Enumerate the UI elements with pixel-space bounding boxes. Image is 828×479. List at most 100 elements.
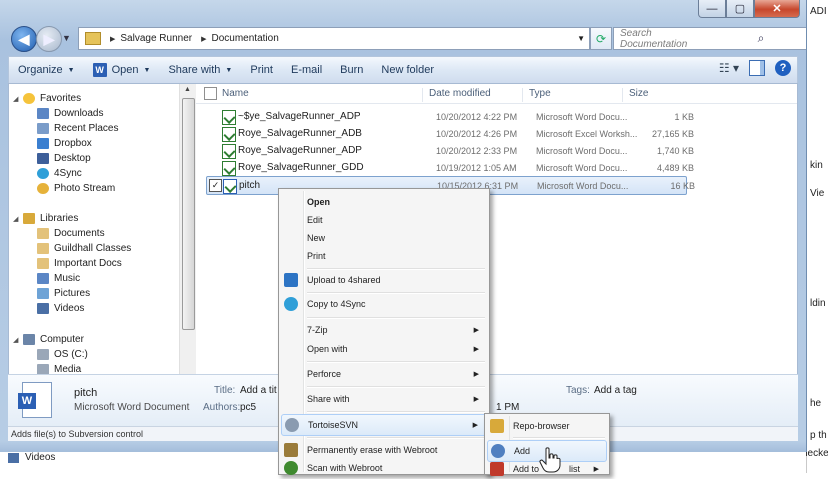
- nav-item-documents[interactable]: Documents: [37, 228, 105, 239]
- email-button[interactable]: E-mail: [282, 57, 331, 83]
- nav-item-downloads[interactable]: Downloads: [37, 108, 103, 119]
- nav-item-recent-places[interactable]: Recent Places: [37, 123, 118, 134]
- svn-file-icon: [222, 127, 236, 142]
- submenu-arrow-icon: ▶: [472, 422, 478, 429]
- nav-item-guildhall-classes[interactable]: Guildhall Classes: [37, 243, 131, 254]
- background-text: Vie: [810, 188, 825, 199]
- organize-button[interactable]: Organize ▼: [9, 57, 84, 83]
- burn-button[interactable]: Burn: [331, 57, 372, 83]
- 4shared-icon: [284, 273, 298, 287]
- share-with-button[interactable]: Share with ▼: [159, 57, 241, 83]
- nav-item-desktop[interactable]: Desktop: [37, 153, 91, 164]
- menu-separator: [307, 411, 485, 413]
- nav-computer[interactable]: Computer: [23, 334, 84, 345]
- nav-item-dropbox[interactable]: Dropbox: [37, 138, 92, 149]
- nav-item-label: Videos: [54, 303, 85, 314]
- submenu-item-repo-browser[interactable]: Repo-browser: [487, 416, 607, 436]
- nav-item-os-drive[interactable]: OS (C:): [37, 349, 88, 360]
- search-icon: ⌕: [757, 31, 765, 45]
- column-date-modified[interactable]: Date modified: [422, 88, 524, 102]
- file-size: 1 KB: [674, 111, 694, 122]
- menu-item-open[interactable]: Open: [281, 192, 487, 212]
- collapse-arrow-icon[interactable]: ◢: [13, 336, 18, 344]
- nav-item-music[interactable]: Music: [37, 273, 80, 284]
- menu-item-erase-webroot[interactable]: Permanently erase with Webroot: [281, 440, 487, 460]
- file-row[interactable]: ~$ye_SalvageRunner_ADP 10/20/2012 4:22 P…: [206, 108, 694, 125]
- address-bar[interactable]: ▶ Salvage Runner ▶ Documentation ▼: [78, 27, 590, 50]
- background-videos-item[interactable]: Videos: [8, 452, 55, 463]
- file-size: 1,740 KB: [656, 145, 694, 156]
- column-name[interactable]: Name: [216, 88, 427, 102]
- row-checkbox[interactable]: ✓: [209, 179, 222, 192]
- column-type[interactable]: Type: [522, 88, 624, 102]
- scrollbar-thumb[interactable]: [182, 98, 195, 330]
- details-authors-value[interactable]: pc5: [240, 402, 256, 413]
- svn-file-icon: [222, 110, 236, 125]
- details-file-name: pitch: [74, 387, 98, 399]
- details-title-value[interactable]: Add a tit: [240, 385, 277, 396]
- menu-item-share-with[interactable]: Share with ▶: [281, 389, 487, 409]
- file-row[interactable]: Roye_SalvageRunner_ADB 10/20/2012 4:26 P…: [206, 125, 694, 142]
- file-name: Roye_SalvageRunner_ADP: [238, 145, 362, 156]
- close-button[interactable]: ✕: [754, 0, 800, 18]
- menu-item-copy-4sync[interactable]: Copy to 4Sync: [281, 294, 487, 314]
- forward-button[interactable]: ▶: [36, 26, 62, 52]
- file-row[interactable]: Roye_SalvageRunner_ADP 10/20/2012 2:33 P…: [206, 142, 694, 159]
- change-view-icon[interactable]: ☷ ▾: [719, 61, 739, 75]
- nav-libraries[interactable]: Libraries: [23, 213, 78, 224]
- breadcrumb-item[interactable]: Salvage Runner: [120, 33, 192, 44]
- menu-item-tortoisesvn[interactable]: TortoiseSVN ▶: [281, 414, 487, 436]
- nav-item-label: 4Sync: [54, 168, 82, 179]
- nav-item-media-drive[interactable]: Media: [37, 364, 81, 374]
- menu-item-print[interactable]: Print: [281, 246, 487, 266]
- recent-pages-dropdown[interactable]: ▼: [62, 33, 71, 43]
- open-button[interactable]: W Open ▼: [84, 57, 160, 83]
- nav-item-label: OS (C:): [54, 349, 88, 360]
- menu-separator: [307, 317, 485, 319]
- column-size[interactable]: Size: [622, 88, 694, 102]
- nav-item-4sync[interactable]: 4Sync: [37, 168, 82, 179]
- help-icon[interactable]: ?: [775, 60, 791, 76]
- breadcrumb-item[interactable]: Documentation: [212, 33, 279, 44]
- menu-item-7zip[interactable]: 7-Zip ▶: [281, 320, 487, 340]
- new-folder-button[interactable]: New folder: [372, 57, 443, 83]
- dropbox-icon: [37, 138, 49, 149]
- file-row[interactable]: Roye_SalvageRunner_GDD 10/19/2012 1:05 A…: [206, 159, 694, 176]
- nav-item-pictures[interactable]: Pictures: [37, 288, 90, 299]
- menu-item-edit[interactable]: Edit: [281, 210, 487, 230]
- desktop-icon: [37, 153, 49, 164]
- nav-item-important-docs[interactable]: Important Docs: [37, 258, 122, 269]
- search-input[interactable]: Search Documentation: [614, 28, 710, 50]
- nav-favorites[interactable]: Favorites: [23, 93, 81, 104]
- search-box[interactable]: Search Documentation ⌕: [613, 27, 806, 50]
- nav-item-label: Downloads: [54, 108, 104, 119]
- menu-separator: [307, 437, 485, 439]
- menu-item-scan-webroot[interactable]: Scan with Webroot: [281, 458, 487, 478]
- menu-item-upload-4shared[interactable]: Upload to 4shared: [281, 270, 487, 290]
- refresh-button[interactable]: ⟳: [590, 27, 612, 50]
- details-date-fragment: 1 PM: [496, 402, 520, 413]
- shredder-icon: [284, 443, 298, 457]
- nav-item-label: Pictures: [54, 288, 91, 299]
- collapse-arrow-icon[interactable]: ◢: [13, 95, 18, 103]
- maximize-button[interactable]: ▢: [726, 0, 754, 18]
- navigation-scrollbar[interactable]: ▲: [179, 84, 196, 374]
- scroll-up-icon[interactable]: ▲: [184, 86, 191, 93]
- nav-item-videos[interactable]: Videos: [37, 303, 84, 314]
- chevron-down-icon[interactable]: ▼: [577, 34, 585, 43]
- chevron-right-icon: ▶: [110, 35, 116, 43]
- minimize-button[interactable]: —: [698, 0, 726, 18]
- details-tags-value[interactable]: Add a tag: [594, 385, 637, 396]
- back-button[interactable]: ◀: [11, 26, 37, 52]
- menu-item-open-with[interactable]: Open with ▶: [281, 339, 487, 359]
- background-text: ADI: [810, 6, 827, 17]
- menu-item-perforce[interactable]: Perforce ▶: [281, 364, 487, 384]
- nav-item-photo-stream[interactable]: Photo Stream: [37, 183, 115, 194]
- background-videos-label: Videos: [25, 452, 56, 463]
- nav-item-label: Dropbox: [54, 138, 92, 149]
- print-button[interactable]: Print: [241, 57, 282, 83]
- repo-browser-icon: [490, 419, 504, 433]
- menu-item-new[interactable]: New: [281, 228, 487, 248]
- collapse-arrow-icon[interactable]: ◢: [13, 215, 18, 223]
- preview-pane-icon[interactable]: [749, 60, 765, 76]
